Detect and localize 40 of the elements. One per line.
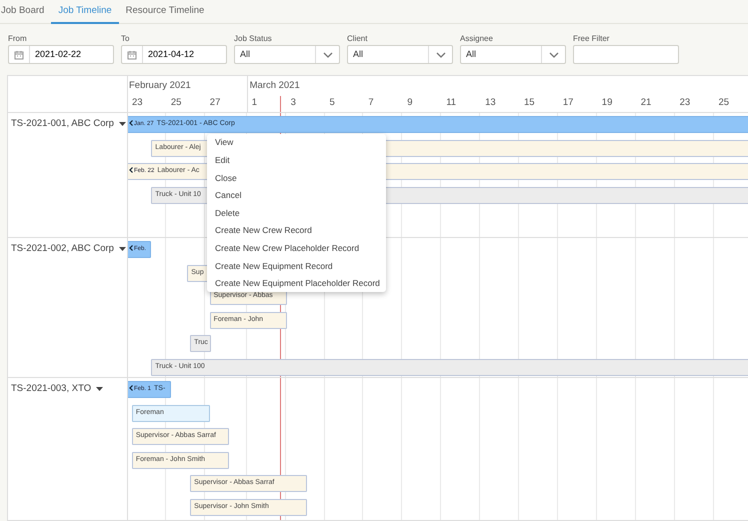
day-label: 17 bbox=[562, 96, 574, 110]
select-field[interactable]: All bbox=[347, 45, 453, 64]
day-label: 13 bbox=[484, 96, 496, 110]
tab[interactable]: Resource Timeline bbox=[118, 0, 212, 24]
group-label: TS-2021-002, ABC Corp bbox=[11, 242, 114, 256]
day-label: 25 bbox=[170, 96, 182, 110]
group-label: TS-2021-003, XTO bbox=[11, 382, 92, 396]
menu-item[interactable]: Cancel bbox=[207, 186, 386, 204]
group-label: TS-2021-001, ABC Corp bbox=[11, 117, 114, 131]
field-label: From bbox=[8, 33, 28, 45]
menu-item[interactable]: Create New Equipment Record bbox=[207, 257, 386, 275]
menu-item[interactable]: Create New Crew Placeholder Record bbox=[207, 240, 386, 258]
date-field[interactable]: 2021-02-22 bbox=[8, 45, 114, 64]
day-label: 19 bbox=[600, 96, 612, 110]
field-label: Job Status bbox=[234, 33, 273, 45]
day-label: 9 bbox=[406, 96, 413, 110]
day-label: 23 bbox=[131, 96, 143, 110]
day-label: 15 bbox=[523, 96, 535, 110]
text-field[interactable] bbox=[573, 45, 679, 64]
day-label: 21 bbox=[640, 96, 652, 110]
day-label: 1 bbox=[250, 96, 257, 110]
menu-item[interactable]: Create New Crew Record bbox=[207, 222, 386, 240]
field-label: Client bbox=[347, 33, 368, 45]
day-label: 5 bbox=[328, 96, 335, 110]
field-label: To bbox=[121, 33, 130, 45]
select-field[interactable]: All bbox=[234, 45, 340, 64]
day-label: 27 bbox=[208, 96, 220, 110]
day-label: 23 bbox=[678, 96, 690, 110]
field-label: Assignee bbox=[460, 33, 494, 45]
menu-item[interactable]: Delete bbox=[207, 204, 386, 222]
date-field[interactable]: 2021-04-12 bbox=[121, 45, 227, 64]
month-label: February 2021 bbox=[128, 79, 191, 93]
day-label: 7 bbox=[367, 96, 374, 110]
day-label: 11 bbox=[445, 96, 456, 110]
tab[interactable]: Job Board bbox=[1, 0, 52, 24]
month-label: March 2021 bbox=[248, 79, 300, 93]
day-label: 25 bbox=[718, 96, 730, 110]
day-label: 3 bbox=[290, 96, 296, 110]
field-label: Free Filter bbox=[573, 33, 610, 45]
select-field[interactable]: All bbox=[460, 45, 566, 64]
